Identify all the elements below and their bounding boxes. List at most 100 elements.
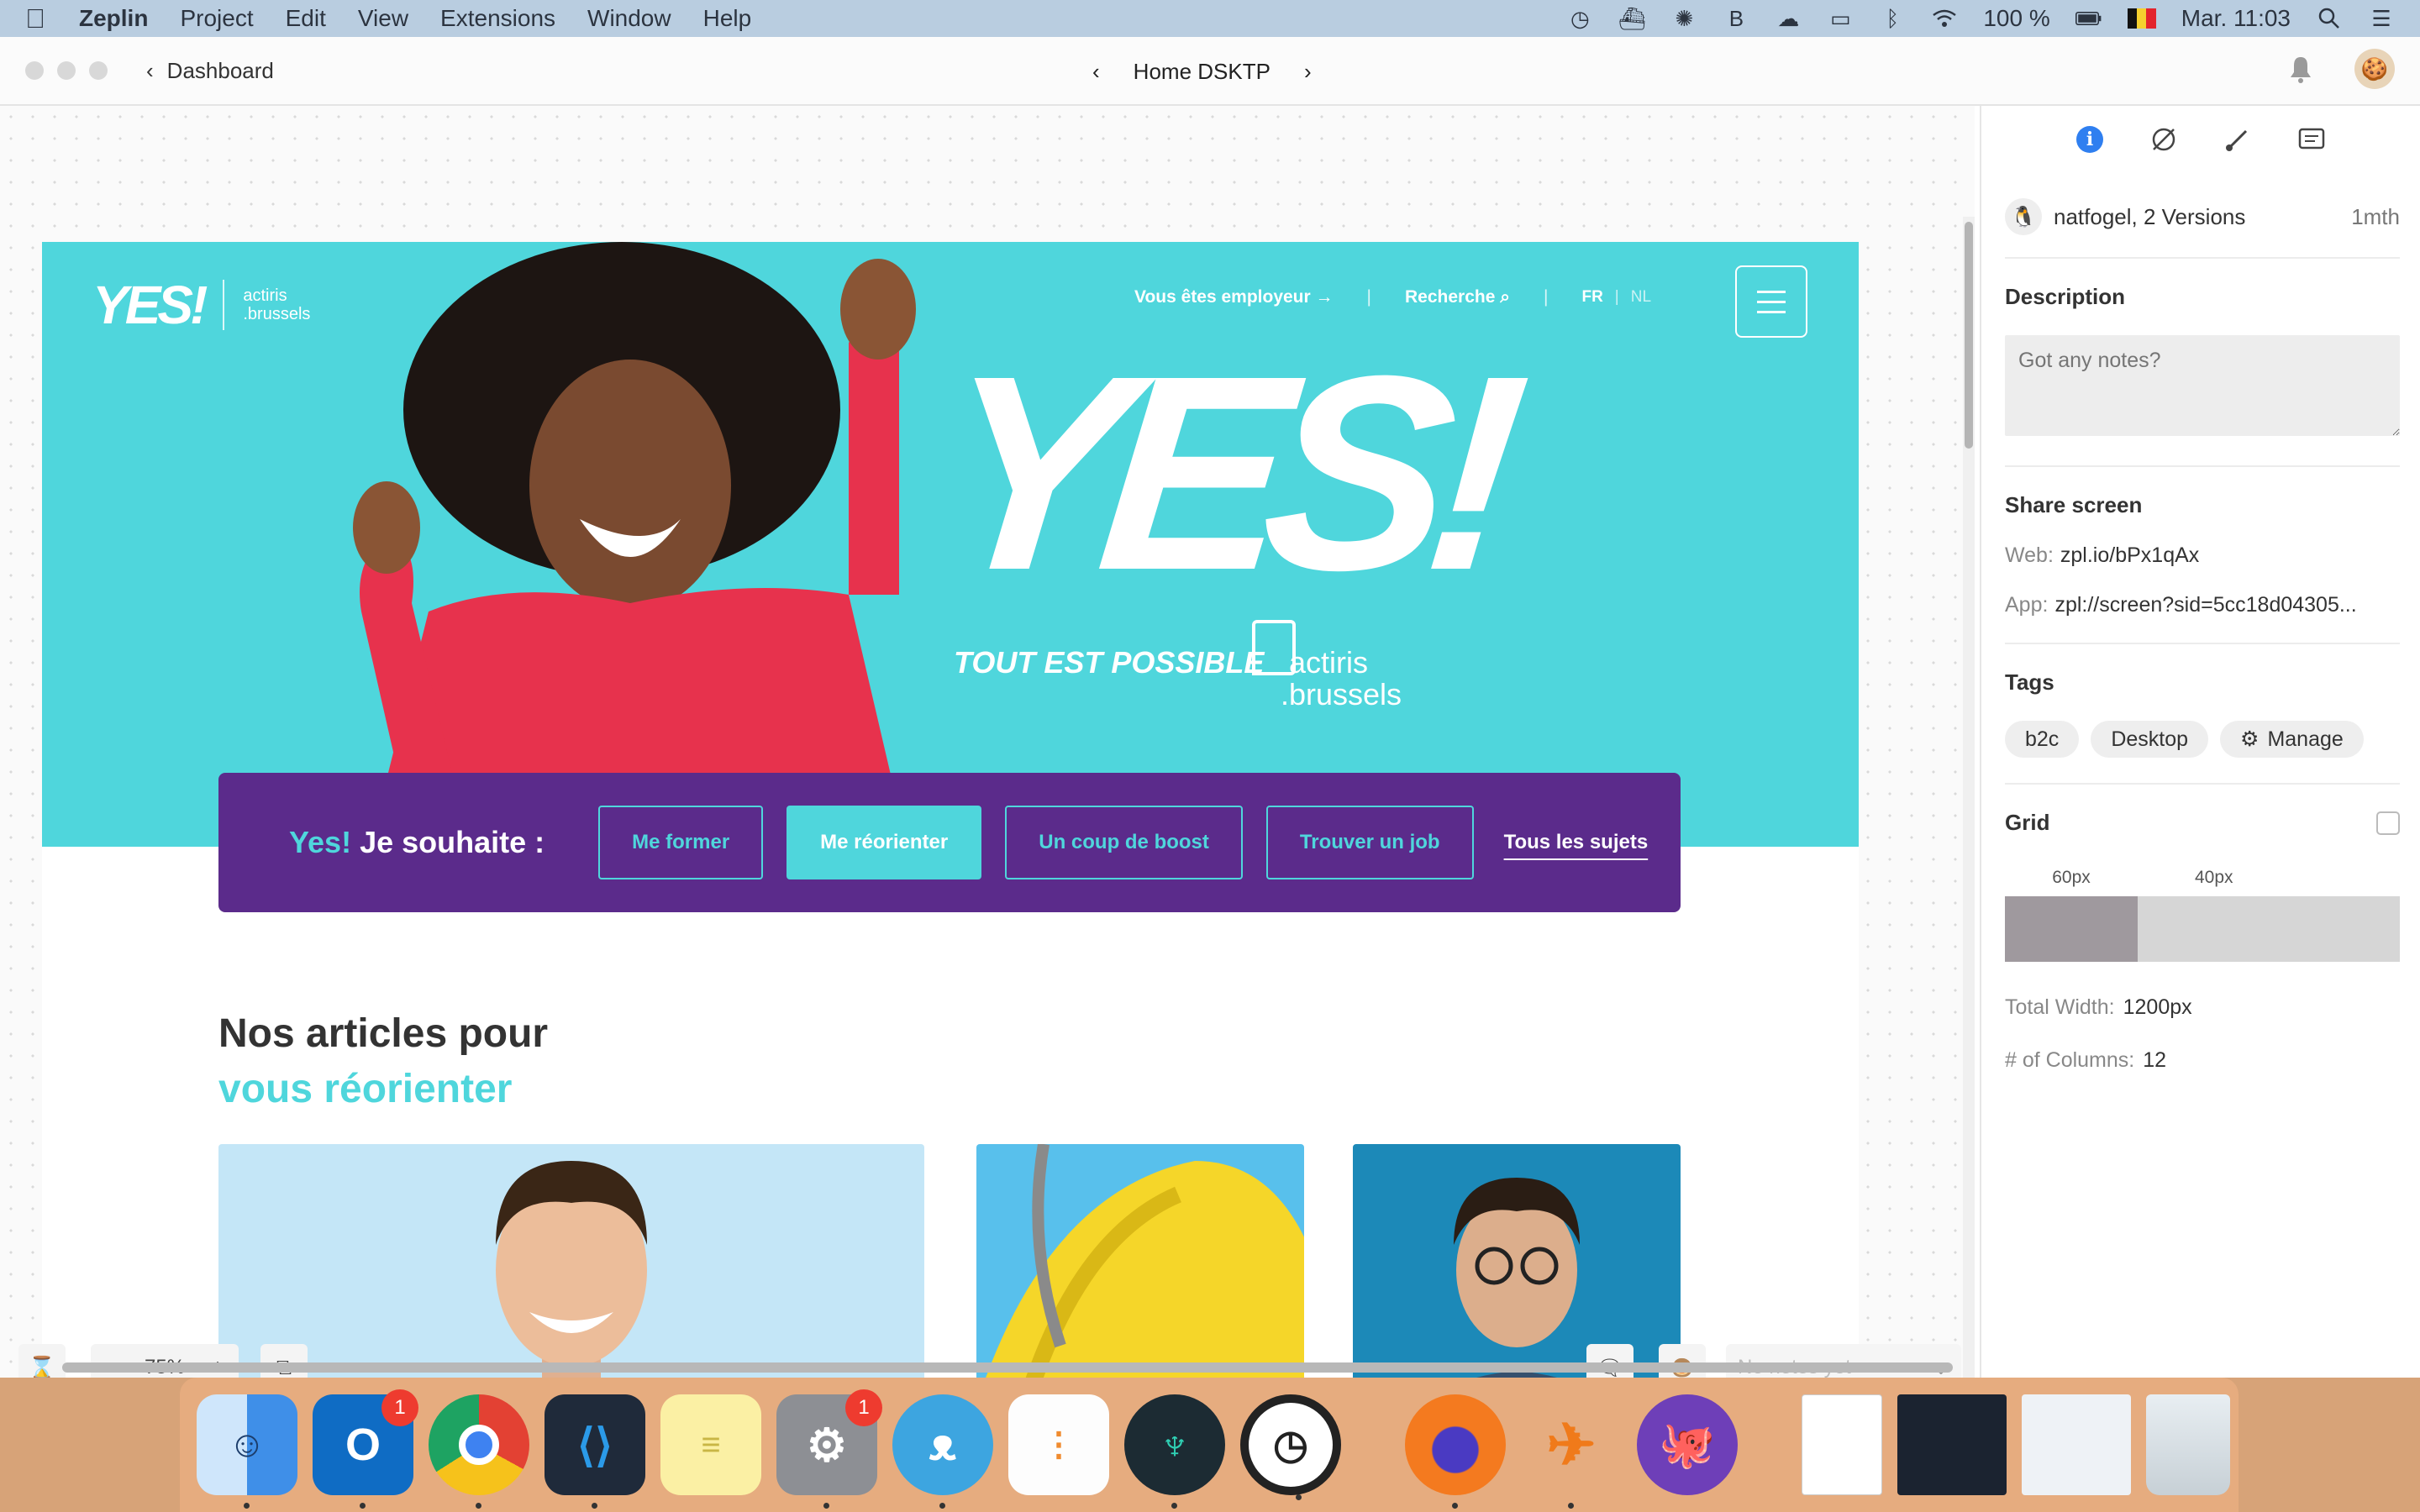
firefox-icon[interactable]: [1405, 1394, 1506, 1509]
article-card-image[interactable]: [976, 1144, 1304, 1378]
battery-icon[interactable]: [2075, 7, 2102, 30]
finder-window-thumbnail[interactable]: [2022, 1394, 2131, 1495]
tab-styleguide[interactable]: [2221, 123, 2254, 156]
minimize-window-button[interactable]: [57, 61, 76, 80]
menu-clock[interactable]: Mar. 11:03: [2181, 5, 2291, 32]
grid-columns: # of Columns: 12: [2005, 1048, 2400, 1073]
horizontal-scroll-thumb[interactable]: [62, 1362, 1953, 1373]
lang-nl[interactable]: NL: [1631, 288, 1651, 307]
columns-label: # of Columns:: [2005, 1048, 2135, 1072]
finder-icon[interactable]: ☺: [197, 1394, 297, 1509]
transmit-icon[interactable]: ✈: [1521, 1394, 1622, 1509]
all-topics-link[interactable]: Tous les sujets: [1497, 831, 1655, 854]
gitkraken-icon[interactable]: ♆: [1124, 1394, 1225, 1509]
menu-window[interactable]: Window: [587, 5, 671, 32]
horizontal-scrollbar[interactable]: [62, 1362, 1953, 1376]
description-heading: Description: [2005, 284, 2126, 309]
share-heading: Share screen: [2005, 492, 2143, 517]
section-title-line2: vous réorienter: [218, 1067, 513, 1111]
document-thumbnail[interactable]: [1802, 1394, 1882, 1495]
artboard-home-dsktp[interactable]: YES! actiris .brussels Vous êtes employe…: [42, 242, 1859, 1378]
tab-info[interactable]: i: [2073, 123, 2107, 156]
chevron-left-icon: ‹: [146, 57, 154, 83]
chrome-icon[interactable]: [429, 1394, 529, 1509]
topic-me-former-button[interactable]: Me former: [598, 806, 764, 879]
vscode-icon[interactable]: ⟨⟩: [544, 1394, 645, 1509]
title-bar: ‹ Dashboard ‹ Home DSKTP › 🍪: [0, 37, 2420, 106]
outlook-icon[interactable]: O1: [313, 1389, 418, 1509]
brush-icon: [2226, 129, 2248, 151]
version-info[interactable]: 🐧 natfogel, 2 Versions 1mth: [2005, 176, 2400, 259]
share-app-row[interactable]: App: zpl://screen?sid=5cc18d04305...: [2005, 593, 2400, 617]
total-width-label: Total Width:: [2005, 995, 2115, 1019]
spotlight-search-icon[interactable]: [2316, 7, 2343, 30]
notifications-bell-icon[interactable]: [2281, 49, 2321, 89]
hourglass-icon[interactable]: ⌛: [18, 1344, 66, 1378]
inspector-panel: i 🐧 natfogel, 2 Versions 1mth Descriptio…: [1980, 106, 2420, 1378]
vertical-scrollbar[interactable]: [1963, 217, 1975, 1378]
bluetooth-icon[interactable]: ᛒ: [1879, 6, 1906, 31]
tags-heading: Tags: [2005, 669, 2054, 695]
wifi-icon[interactable]: [1931, 7, 1958, 30]
menu-help[interactable]: Help: [703, 5, 752, 32]
close-window-button[interactable]: [25, 61, 44, 80]
manage-tags-button[interactable]: ⚙ Manage: [2220, 721, 2364, 758]
lang-fr[interactable]: FR: [1581, 288, 1602, 307]
article-card-image[interactable]: [218, 1144, 924, 1378]
share-app-link[interactable]: zpl://screen?sid=5cc18d04305...: [2054, 593, 2356, 617]
apple-icon[interactable]: : [25, 3, 45, 34]
grid-column-width: 60px: [2052, 868, 2091, 887]
yes-actiris-logo[interactable]: YES! actiris .brussels: [92, 274, 310, 336]
notes-app-icon[interactable]: ≡: [660, 1394, 761, 1495]
docker-icon[interactable]: ⛴: [1618, 6, 1646, 31]
article-card-image[interactable]: [1353, 1144, 1681, 1378]
back-to-dashboard[interactable]: ‹ Dashboard: [146, 58, 274, 84]
hero-banner: YES! actiris .brussels Vous êtes employe…: [42, 242, 1859, 847]
grid-labels: 60px 40px: [2005, 868, 2400, 888]
timer-app-icon[interactable]: ◷: [1240, 1394, 1341, 1500]
tab-assets[interactable]: [2147, 123, 2181, 156]
menu-view[interactable]: View: [358, 5, 408, 32]
tab-comments[interactable]: [2295, 123, 2328, 156]
creative-cloud-icon[interactable]: ✺: [1670, 6, 1697, 31]
tag-desktop[interactable]: Desktop: [2091, 721, 2209, 758]
zoom-window-button[interactable]: [89, 61, 108, 80]
vertical-scroll-thumb[interactable]: [1965, 222, 1973, 449]
topic-me-reorienter-button[interactable]: Me réorienter: [786, 806, 982, 879]
tweetbot-icon[interactable]: ᴥ: [892, 1394, 993, 1509]
menu-extensions[interactable]: Extensions: [440, 5, 555, 32]
description-notes-input[interactable]: [2005, 335, 2400, 436]
belgium-flag-icon[interactable]: [2127, 8, 2156, 29]
design-canvas[interactable]: YES! actiris .brussels Vous êtes employe…: [0, 106, 1975, 1378]
trash-icon[interactable]: [2146, 1394, 2230, 1495]
menu-project[interactable]: Project: [180, 5, 253, 32]
employer-link[interactable]: Vous êtes employeur →: [1134, 287, 1334, 307]
cloud-icon[interactable]: ☁: [1775, 6, 1802, 31]
system-preferences-icon[interactable]: ⚙ 1: [776, 1389, 882, 1509]
topic-coup-de-boost-button[interactable]: Un coup de boost: [1005, 806, 1243, 879]
next-screen-icon[interactable]: ›: [1304, 59, 1312, 85]
version-author: natfogel, 2 Versions: [2054, 203, 2246, 229]
outlook-badge: 1: [381, 1389, 418, 1426]
grid-toggle-checkbox[interactable]: [2376, 811, 2400, 835]
notification-center-icon[interactable]: ☰: [2368, 6, 2395, 31]
user-avatar[interactable]: 🍪: [2354, 49, 2395, 89]
topic-trouver-un-job-button[interactable]: Trouver un job: [1265, 806, 1474, 879]
arrow-right-icon: →: [1315, 287, 1334, 307]
bitbucket-icon[interactable]: B: [1723, 6, 1749, 31]
info-icon: i: [2076, 126, 2103, 153]
search-link[interactable]: Recherche ⌕: [1405, 287, 1510, 307]
airplay-icon[interactable]: ▭: [1827, 6, 1854, 31]
lead-text: Je souhaite :: [360, 825, 545, 859]
menu-edit[interactable]: Edit: [286, 5, 326, 32]
reminders-icon[interactable]: ⋮: [1008, 1394, 1109, 1495]
code-window-thumbnail[interactable]: [1897, 1394, 2007, 1495]
hamburger-menu-icon[interactable]: [1735, 265, 1807, 338]
timer-status-icon[interactable]: ◷: [1566, 6, 1593, 31]
share-web-row[interactable]: Web: zpl.io/bPx1qAx: [2005, 543, 2400, 568]
tag-b2c[interactable]: b2c: [2005, 721, 2080, 758]
menu-app-name[interactable]: Zeplin: [79, 5, 148, 32]
previous-screen-icon[interactable]: ‹: [1092, 59, 1100, 85]
share-web-link[interactable]: zpl.io/bPx1qAx: [2060, 543, 2199, 567]
github-desktop-icon[interactable]: 🐙: [1637, 1394, 1738, 1495]
